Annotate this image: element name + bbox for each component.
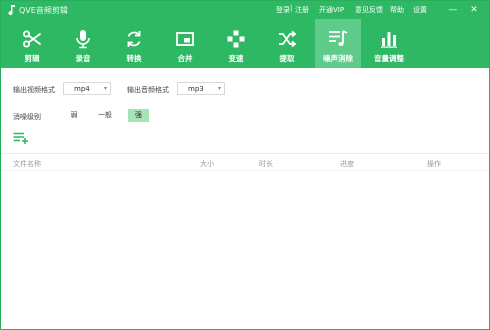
tab-cut[interactable]: 剪辑 bbox=[9, 19, 55, 68]
help-link[interactable]: 帮助 bbox=[390, 5, 404, 15]
topnav-separator: | bbox=[290, 4, 293, 12]
tab-label: 剪辑 bbox=[24, 54, 40, 63]
tab-denoise[interactable]: 噪声消除 bbox=[315, 19, 361, 68]
column-header-duration: 时长 bbox=[259, 160, 273, 168]
feedback-link[interactable]: 意见反馈 bbox=[355, 5, 383, 15]
login-link[interactable]: 登录 bbox=[276, 5, 290, 15]
settings-link[interactable]: 设置 bbox=[413, 5, 427, 15]
convert-arrows-icon bbox=[127, 31, 141, 47]
tab-convert[interactable]: 转换 bbox=[111, 19, 157, 68]
app-title: QVE音频剪辑 bbox=[19, 6, 68, 15]
add-file-icon[interactable] bbox=[13, 132, 29, 144]
minimize-button[interactable]: — bbox=[447, 4, 459, 16]
tab-label: 音量调整 bbox=[374, 54, 404, 63]
app-logo-icon bbox=[8, 5, 15, 16]
video-format-label: 输出视频格式 bbox=[13, 86, 55, 94]
tab-extract[interactable]: 提取 bbox=[264, 19, 310, 68]
video-format-value: mp4 bbox=[74, 85, 90, 93]
scissors-icon bbox=[23, 30, 41, 48]
vip-link[interactable]: 开通VIP bbox=[319, 5, 344, 15]
tab-speed[interactable]: 变速 bbox=[213, 19, 259, 68]
register-link[interactable]: 注册 bbox=[295, 5, 309, 15]
chevron-down-icon: ▾ bbox=[103, 85, 107, 92]
denoise-level-label: 消噪级别 bbox=[13, 113, 41, 121]
merge-icon bbox=[176, 32, 194, 46]
title-bar: QVE音频剪辑 登录 | 注册 开通VIP 意见反馈 帮助 设置 — ✕ bbox=[1, 1, 489, 19]
level-normal-button[interactable]: 一般 bbox=[94, 109, 116, 122]
gamepad-icon bbox=[227, 30, 245, 48]
audio-format-select[interactable]: mp3 ▾ bbox=[177, 82, 225, 95]
tab-merge[interactable]: 合并 bbox=[162, 19, 208, 68]
level-weak-button[interactable]: 弱 bbox=[67, 109, 81, 122]
audio-format-value: mp3 bbox=[188, 85, 204, 93]
tab-record[interactable]: 录音 bbox=[60, 19, 106, 68]
tab-label: 合并 bbox=[177, 54, 193, 63]
tab-label: 提取 bbox=[279, 54, 295, 63]
column-header-name: 文件名称 bbox=[13, 160, 41, 168]
video-format-select[interactable]: mp4 ▾ bbox=[63, 82, 111, 95]
level-strong-button[interactable]: 强 bbox=[128, 109, 149, 122]
main-toolbar: 剪辑 录音 转换 合并 变速 提取 噪声消除 音量调整 bbox=[1, 19, 489, 68]
file-table-header: 文件名称 大小 时长 进度 操作 bbox=[1, 153, 489, 171]
audio-format-label: 输出音频格式 bbox=[127, 86, 169, 94]
chevron-down-icon: ▾ bbox=[217, 85, 221, 92]
tab-label: 转换 bbox=[126, 54, 142, 63]
shuffle-icon bbox=[279, 30, 297, 48]
tab-label: 变速 bbox=[228, 54, 244, 63]
file-table-body bbox=[1, 172, 489, 329]
microphone-icon bbox=[76, 30, 90, 49]
app-window: QVE音频剪辑 登录 | 注册 开通VIP 意见反馈 帮助 设置 — ✕ 剪辑 … bbox=[0, 0, 490, 330]
column-header-action: 操作 bbox=[427, 160, 441, 168]
music-list-icon bbox=[329, 30, 348, 46]
tab-volume[interactable]: 音量调整 bbox=[366, 19, 412, 68]
column-header-progress: 进度 bbox=[340, 160, 354, 168]
close-button[interactable]: ✕ bbox=[468, 4, 480, 16]
tab-label: 录音 bbox=[75, 54, 91, 63]
tab-label: 噪声消除 bbox=[323, 54, 353, 63]
column-header-size: 大小 bbox=[200, 160, 214, 168]
bar-chart-icon bbox=[381, 32, 397, 48]
